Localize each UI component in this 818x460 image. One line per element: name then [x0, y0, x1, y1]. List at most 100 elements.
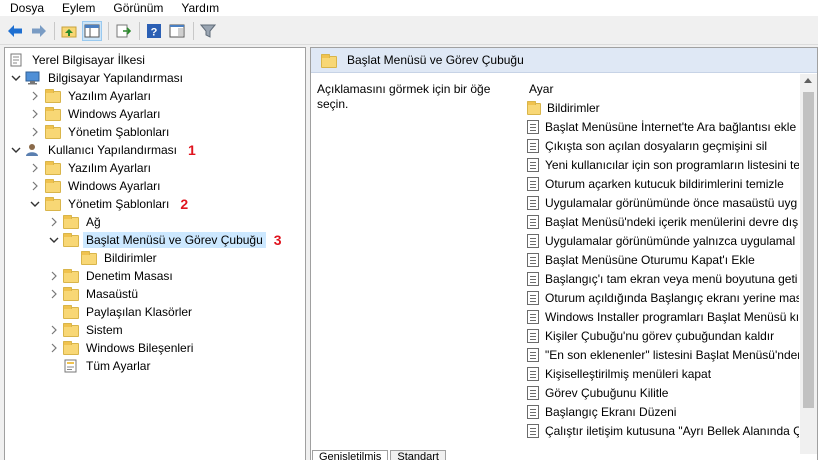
chevron-down-icon[interactable] [30, 199, 40, 209]
list-item-setting[interactable]: Oturum açıldığında Başlangıç ekranı yeri… [527, 288, 799, 307]
policy-document-icon [9, 53, 25, 67]
folder-open-icon [63, 233, 79, 247]
list-item-label: Uygulamalar görünümünde önce masaüstü uy… [545, 195, 798, 210]
menu-view[interactable]: Görünüm [103, 0, 171, 16]
back-arrow-icon[interactable] [5, 21, 25, 41]
tree-item-uc-admin[interactable]: Yönetim Şablonları 2 [45, 195, 188, 213]
folder-icon [63, 305, 79, 319]
up-folder-icon[interactable] [59, 21, 79, 41]
chevron-right-icon[interactable] [49, 271, 59, 281]
help-icon[interactable]: ? [144, 21, 164, 41]
tree-item-system[interactable]: Sistem [63, 321, 126, 339]
tree-item-desktop[interactable]: Masaüstü [63, 285, 141, 303]
tree-item-notifications[interactable]: Bildirimler [81, 249, 160, 267]
list-item-setting[interactable]: Uygulamalar görünümünde yalnızca uygulam… [527, 231, 799, 250]
chevron-right-icon[interactable] [49, 217, 59, 227]
menu-bar: Dosya Eylem Görünüm Yardım [0, 0, 818, 16]
menu-action[interactable]: Eylem [52, 0, 103, 16]
list-item-setting[interactable]: Yeni kullanıcılar için son programların … [527, 155, 799, 174]
computer-icon [25, 71, 41, 85]
list-item-label: Kişiler Çubuğu'nu görev çubuğundan kaldı… [545, 328, 775, 343]
toolbar-separator [193, 22, 194, 40]
detail-header: Başlat Menüsü ve Görev Çubuğu [311, 48, 817, 73]
tree-label: Yazılım Ayarları [68, 89, 151, 103]
chevron-right-icon[interactable] [30, 91, 40, 101]
folder-icon [45, 89, 61, 103]
tree-label: Yazılım Ayarları [68, 161, 151, 175]
chevron-right-icon[interactable] [49, 289, 59, 299]
chevron-right-icon[interactable] [49, 343, 59, 353]
list-item-label: Başlangıç'ı tam ekran veya menü boyutuna… [545, 271, 798, 286]
folder-icon [321, 53, 337, 68]
policy-setting-icon [527, 157, 539, 172]
list-item-setting[interactable]: Başlat Menüsüne İnternet'te Ara bağlantı… [527, 117, 799, 136]
chevron-right-icon[interactable] [30, 127, 40, 137]
properties-pane-icon[interactable] [167, 21, 187, 41]
list-item-setting[interactable]: Uygulamalar görünümünde önce masaüstü uy… [527, 193, 799, 212]
tree-label: Ağ [86, 215, 101, 229]
list-item-setting[interactable]: Oturum açarken kutucuk bildirimlerini te… [527, 174, 799, 193]
chevron-right-icon[interactable] [30, 109, 40, 119]
tab-standard[interactable]: Standart [390, 450, 446, 460]
list-item-setting[interactable]: Çalıştır iletişim kutusuna "Ayrı Bellek … [527, 421, 799, 440]
chevron-down-icon[interactable] [11, 73, 21, 83]
scrollbar-thumb[interactable] [803, 92, 814, 408]
list-item-setting[interactable]: Çıkışta son açılan dosyaların geçmişini … [527, 136, 799, 155]
tree-item-computer-config[interactable]: Bilgisayar Yapılandırması [25, 69, 186, 87]
tree-item-cc-admin[interactable]: Yönetim Şablonları [45, 123, 172, 141]
policy-setting-icon [527, 423, 539, 438]
list-item-setting[interactable]: Başlat Menüsüne Oturumu Kapat'ı Ekle [527, 250, 799, 269]
tree-item-all-settings[interactable]: Tüm Ayarlar [63, 357, 153, 375]
tree-pane: Yerel Bilgisayar İlkesi Bilgisayar Yapıl… [4, 47, 306, 460]
tree-item-uc-windows[interactable]: Windows Ayarları [45, 177, 163, 195]
list-item-setting[interactable]: Kişiler Çubuğu'nu görev çubuğundan kaldı… [527, 326, 799, 345]
tree-label: Sistem [86, 323, 123, 337]
user-icon [25, 143, 41, 157]
export-list-icon[interactable] [113, 21, 133, 41]
list-item-label: Uygulamalar görünümünde yalnızca uygulam… [545, 233, 796, 248]
menu-help[interactable]: Yardım [171, 0, 227, 16]
menu-file[interactable]: Dosya [0, 0, 52, 16]
list-item-setting[interactable]: Başlat Menüsü'ndeki içerik menülerini de… [527, 212, 799, 231]
chevron-right-icon[interactable] [49, 325, 59, 335]
tree-item-cc-windows[interactable]: Windows Ayarları [45, 105, 163, 123]
scroll-up-icon[interactable] [804, 78, 812, 83]
vertical-scrollbar[interactable] [800, 74, 817, 454]
filter-icon[interactable] [198, 21, 218, 41]
policy-setting-icon [527, 271, 539, 286]
show-hide-tree-icon[interactable] [82, 21, 102, 41]
folder-icon [527, 101, 541, 115]
tree-label: Bildirimler [104, 251, 157, 265]
tab-extended[interactable]: Genişletilmiş [312, 450, 389, 460]
chevron-down-icon[interactable] [11, 145, 21, 155]
list-item-setting[interactable]: Görev Çubuğunu Kilitle [527, 383, 799, 402]
chevron-down-icon[interactable] [49, 235, 59, 245]
tree-item-shared-folders[interactable]: Paylaşılan Klasörler [63, 303, 195, 321]
list-item-setting[interactable]: Windows Installer programları Başlat Men… [527, 307, 799, 326]
tree-item-cc-software[interactable]: Yazılım Ayarları [45, 87, 154, 105]
tree-item-uc-software[interactable]: Yazılım Ayarları [45, 159, 154, 177]
list-item-setting[interactable]: Başlangıç Ekranı Düzeni [527, 402, 799, 421]
tree-item-control-panel[interactable]: Denetim Masası [63, 267, 176, 285]
tree-label: Kullanıcı Yapılandırması [48, 143, 177, 157]
policy-setting-icon [527, 385, 539, 400]
list-item-setting[interactable]: "En son eklenenler" listesini Başlat Men… [527, 345, 799, 364]
chevron-right-icon[interactable] [30, 181, 40, 191]
folder-icon [63, 341, 79, 355]
list-item-setting[interactable]: Kişiselleştirilmiş menüleri kapat [527, 364, 799, 383]
list-item-label: Başlat Menüsüne İnternet'te Ara bağlantı… [545, 119, 797, 134]
folder-icon [45, 179, 61, 193]
folder-icon [63, 269, 79, 283]
tree-label: Masaüstü [86, 287, 139, 301]
list-item-label: Çıkışta son açılan dosyaların geçmişini … [545, 138, 768, 153]
tree-item-windows-components[interactable]: Windows Bileşenleri [63, 339, 196, 357]
tree-item-root[interactable]: Yerel Bilgisayar İlkesi [9, 51, 148, 69]
forward-arrow-icon[interactable] [29, 21, 49, 41]
list-item-setting[interactable]: Başlangıç'ı tam ekran veya menü boyutuna… [527, 269, 799, 288]
list-item-folder[interactable]: Bildirimler [527, 98, 799, 117]
tree-item-user-config[interactable]: Kullanıcı Yapılandırması 1 [25, 141, 196, 159]
tree-item-start-menu[interactable]: Başlat Menüsü ve Görev Çubuğu 3 [63, 231, 282, 249]
tree-item-network[interactable]: Ağ [63, 213, 104, 231]
chevron-right-icon[interactable] [30, 163, 40, 173]
column-header-setting[interactable]: Ayar [529, 82, 553, 96]
